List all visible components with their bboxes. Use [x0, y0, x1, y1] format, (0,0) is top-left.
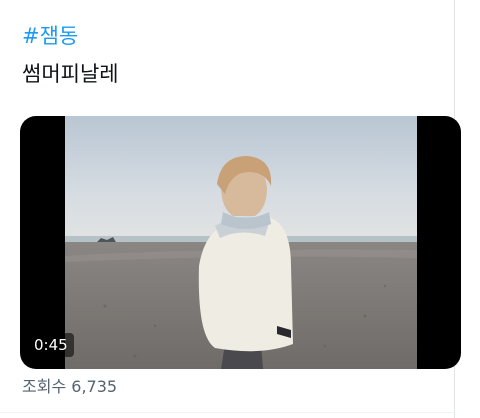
view-count: 조회수 6,735	[22, 376, 117, 398]
video-player[interactable]: 0:45	[20, 116, 461, 369]
view-count-value: 6,735	[71, 377, 118, 396]
hashtag-link[interactable]: #잼동	[22, 22, 78, 50]
tweet-text: 썸머피날레	[22, 62, 119, 86]
video-thumbnail	[65, 116, 417, 369]
view-count-label: 조회수	[22, 377, 67, 396]
video-duration-badge: 0:45	[28, 333, 74, 357]
divider	[0, 412, 455, 413]
